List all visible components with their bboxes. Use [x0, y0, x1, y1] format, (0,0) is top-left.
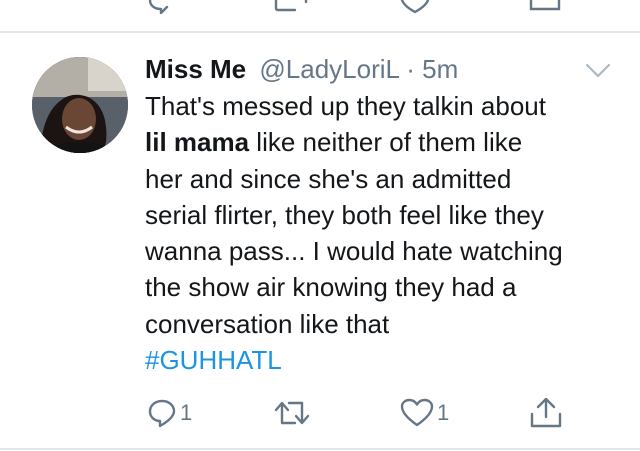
timestamp[interactable]: 5m: [422, 54, 458, 84]
reply-icon[interactable]: [147, 0, 177, 14]
avatar-image: [32, 57, 128, 153]
reply-icon: [148, 399, 176, 428]
tweet-text: That's messed up they talkin about lil m…: [145, 88, 625, 378]
tweet-text-line: her and since she's an admitted: [145, 163, 512, 194]
retweet-icon[interactable]: [273, 0, 311, 14]
reply-count: 1: [180, 400, 193, 425]
tweet-header: Miss Me @LadyLoriL · 5m: [145, 52, 458, 86]
like-count: 1: [437, 400, 450, 425]
avatar[interactable]: [32, 57, 128, 153]
reply-button[interactable]: 1: [147, 396, 192, 430]
like-button[interactable]: 1: [400, 396, 449, 430]
tweet-text-line: the show air knowing they had a: [145, 272, 517, 303]
heart-icon[interactable]: [400, 0, 434, 14]
tweet-text-line: That's messed up they talkin about: [145, 91, 546, 121]
share-icon: [530, 397, 562, 428]
share-icon[interactable]: [529, 0, 563, 14]
heart-icon: [400, 398, 434, 427]
separator-dot: ·: [406, 54, 415, 84]
tweet-text-line: lil mama like neither of them like: [145, 127, 523, 158]
share-button[interactable]: [529, 396, 563, 430]
tweet-divider: [0, 448, 640, 450]
user-handle[interactable]: @LadyLoriL: [259, 54, 399, 84]
previous-tweet-action-bar: [0, 0, 640, 30]
tweet-text-line: serial flirter, they both feel like they: [145, 199, 544, 230]
retweet-button[interactable]: [273, 396, 314, 430]
display-name[interactable]: Miss Me: [145, 54, 246, 84]
tweet-text-line: wanna pass... I would hate watching: [145, 236, 563, 267]
bold-text: lil mama: [145, 127, 250, 158]
chevron-down-icon[interactable]: [584, 62, 612, 80]
hashtag-link[interactable]: #GUHHATL: [145, 342, 625, 378]
tweet-divider: [0, 31, 640, 33]
tweet-text-line: conversation like that: [145, 308, 390, 339]
retweet-icon: [274, 401, 310, 425]
